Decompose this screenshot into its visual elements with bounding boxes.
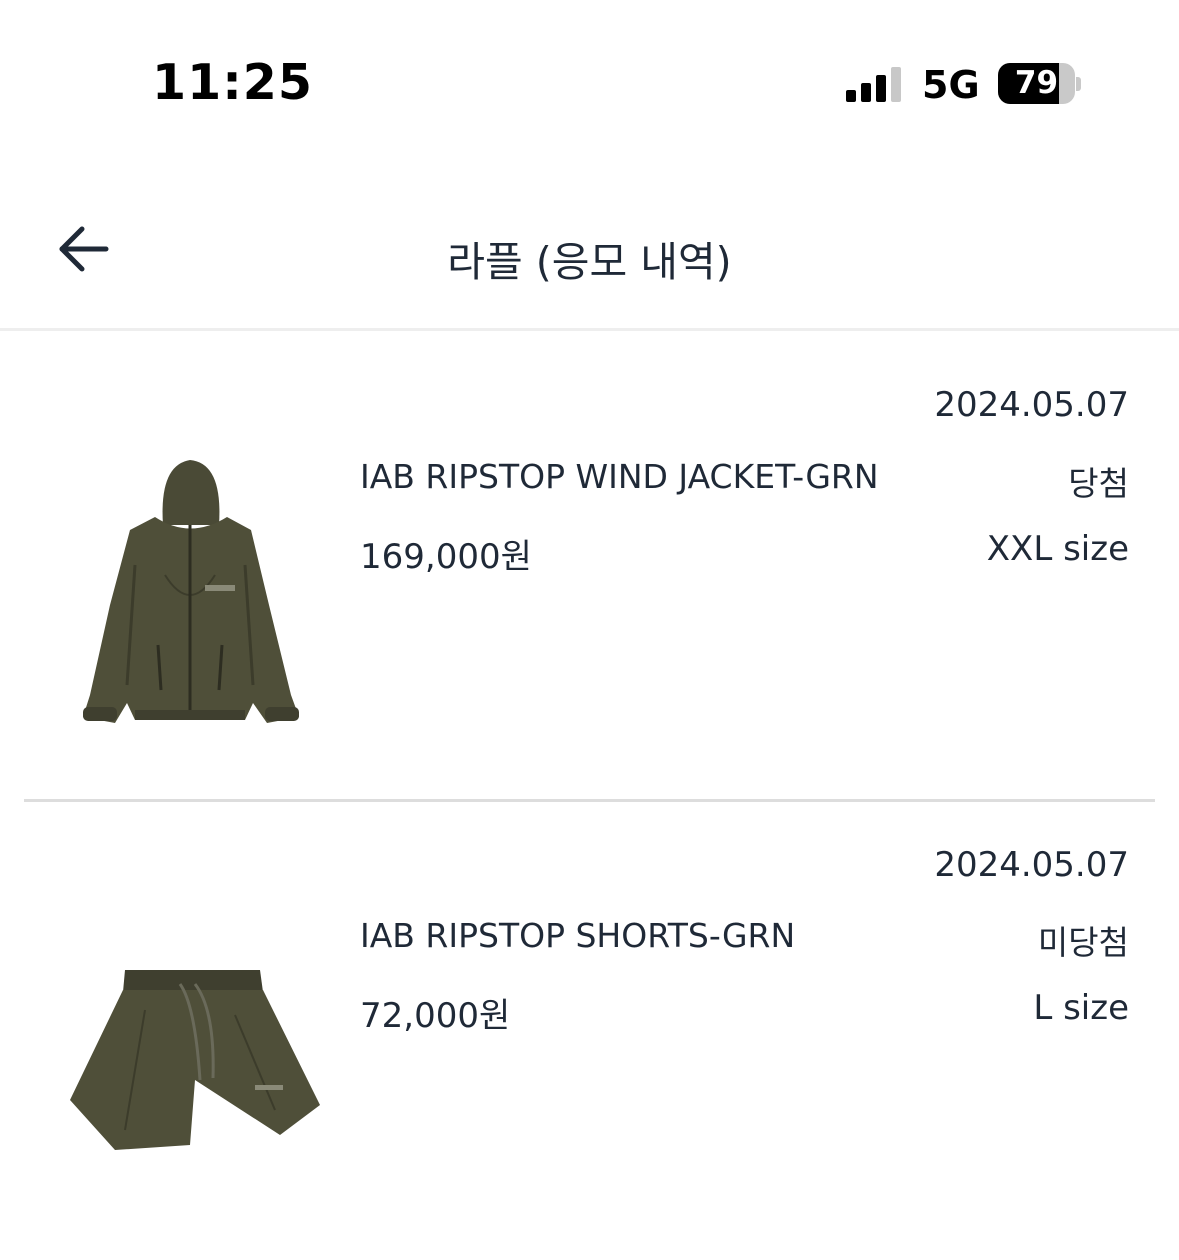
header-divider	[0, 328, 1179, 331]
page-title: 라플 (응모 내역)	[447, 238, 732, 286]
status-time: 11:25	[152, 54, 313, 111]
list-item[interactable]: 2024.05.07 IAB RIPSTOP SHORTS-GRN 미당첨 72…	[0, 820, 1179, 1260]
jacket-image	[55, 455, 325, 755]
status-bar: 11:25 5G 79	[0, 0, 1179, 170]
item-status: 미당첨	[1037, 923, 1129, 962]
item-price: 169,000원	[360, 537, 532, 577]
signal-icon	[846, 66, 906, 102]
battery-nub	[1076, 77, 1081, 91]
item-name: IAB RIPSTOP WIND JACKET-GRN	[360, 457, 879, 496]
item-size: XXL size	[986, 529, 1129, 569]
list-item[interactable]: 2024.05.07 IAB RIPSTOP WIND JACKET-GRN 당…	[0, 360, 1179, 800]
battery-icon: 79	[998, 63, 1075, 104]
battery-level: 79	[1014, 65, 1059, 101]
item-date: 2024.05.07	[934, 845, 1129, 885]
item-status: 당첨	[1068, 464, 1129, 503]
item-divider	[24, 799, 1155, 802]
item-price: 72,000원	[360, 996, 511, 1036]
nav-bar: 라플 (응모 내역)	[0, 200, 1179, 328]
shorts-image	[55, 960, 325, 1170]
item-name: IAB RIPSTOP SHORTS-GRN	[360, 916, 796, 955]
item-date: 2024.05.07	[934, 385, 1129, 425]
item-size: L size	[1033, 988, 1129, 1028]
network-type: 5G	[922, 63, 980, 107]
